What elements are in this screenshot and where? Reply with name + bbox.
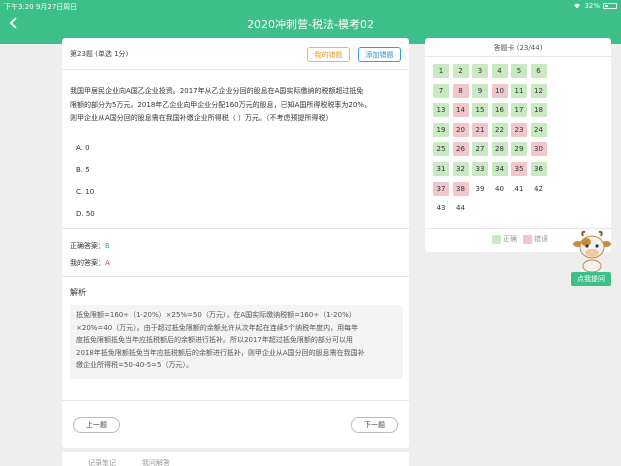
- legend-wrong-swatch: [523, 234, 532, 244]
- answer-sheet-cell[interactable]: 11: [511, 83, 527, 98]
- answer-sheet-cell[interactable]: 42: [530, 181, 547, 196]
- add-wrong-question-button[interactable]: 添加错题: [358, 47, 401, 62]
- legend-correct-label: 正确: [503, 235, 517, 243]
- answer-sheet-cell[interactable]: 5: [511, 64, 527, 78]
- answer-sheet-title: 答题卡 (23/44): [493, 44, 543, 52]
- page-title: 2020冲刺营-税法-模考02: [247, 18, 374, 31]
- bottom-tabs: 记录笔记 我问解答: [62, 452, 409, 466]
- battery-icon: [603, 3, 617, 9]
- my-answer-label: 我的答案：: [70, 259, 105, 267]
- answer-sheet-cell[interactable]: 27: [472, 142, 488, 157]
- answer-sheet-cell[interactable]: 37: [433, 181, 449, 196]
- question-line: 则甲企业从A国分回的股息需在我国补缴企业所得税（ ）万元。（不考虑预提所得税）: [70, 114, 333, 122]
- cow-mascot-icon[interactable]: [572, 230, 612, 272]
- answer-sheet-cell[interactable]: 1: [433, 64, 449, 78]
- answer-sheet-cell[interactable]: 44: [452, 201, 469, 216]
- answer-sheet-cell[interactable]: 43: [433, 201, 449, 216]
- explanation-line: 缴企业所得税=50-40-5=5（万元）。: [76, 361, 194, 369]
- my-wrong-questions-button[interactable]: 我的错题: [307, 47, 350, 62]
- answer-sheet-cell[interactable]: 26: [452, 142, 469, 157]
- divider: [425, 56, 611, 57]
- divider: [62, 276, 409, 277]
- answer-sheet-cell[interactable]: 36: [530, 162, 547, 176]
- answer-sheet-cell[interactable]: 2: [452, 64, 469, 78]
- option-b[interactable]: B. 5: [76, 166, 90, 174]
- status-bar: 下午3:20 9月27日周日 32%: [0, 0, 621, 12]
- legend-correct-swatch: [492, 234, 501, 244]
- explanation-title: 解析: [70, 288, 86, 297]
- answer-sheet-cell[interactable]: 32: [452, 162, 469, 176]
- answer-sheet-cell[interactable]: 30: [530, 142, 547, 157]
- answer-sheet-cell[interactable]: 17: [511, 103, 527, 118]
- legend-wrong: 错误: [523, 234, 548, 244]
- correct-answer-value: B: [105, 242, 110, 250]
- my-answer: 我的答案：A: [70, 258, 110, 268]
- legend-wrong-label: 错误: [534, 235, 548, 243]
- answer-sheet-cell[interactable]: 23: [511, 122, 527, 137]
- answer-sheet-cell[interactable]: 12: [530, 83, 547, 98]
- tab-notes[interactable]: 记录笔记: [88, 458, 116, 466]
- question-line: 限额的部分为5万元。2018年乙企业向甲企业分配160万元的股息，已知A国所得税…: [70, 100, 371, 109]
- correct-answer-label: 正确答案：: [70, 242, 105, 250]
- tab-my-questions[interactable]: 我问解答: [142, 458, 170, 466]
- divider: [62, 400, 409, 401]
- answer-sheet-cell[interactable]: 22: [491, 122, 508, 137]
- legend-correct: 正确: [492, 234, 517, 244]
- answer-sheet-cell[interactable]: 34: [491, 162, 508, 176]
- divider: [425, 228, 611, 229]
- answer-sheet-cell[interactable]: 6: [530, 64, 547, 78]
- explanation-line: 抵免限额=160÷（1-20%）×25%=50（万元），在A国实际缴纳税额=16…: [76, 311, 356, 319]
- answer-sheet-cell[interactable]: 16: [491, 103, 508, 118]
- answer-sheet-cell[interactable]: 18: [530, 103, 547, 118]
- answer-sheet-cell[interactable]: 8: [452, 83, 469, 98]
- answer-sheet-cell[interactable]: 3: [472, 64, 488, 78]
- answer-sheet-cell[interactable]: 20: [452, 122, 469, 137]
- answer-sheet-cell[interactable]: 38: [452, 181, 469, 196]
- option-a[interactable]: A. 0: [76, 144, 90, 152]
- answer-sheet-cell[interactable]: 41: [511, 181, 527, 196]
- question-card: 第23题 (单选 1分) 我的错题 添加错题 我国甲居民企业向A国乙企业投资。2…: [62, 38, 409, 448]
- answer-sheet-cell[interactable]: 25: [433, 142, 449, 157]
- question-line: 我国甲居民企业向A国乙企业投资。2017年从乙企业分回的股息在A国实际缴纳的税额…: [70, 87, 364, 95]
- option-d[interactable]: D. 50: [76, 210, 95, 218]
- answer-sheet-cell[interactable]: 40: [491, 181, 508, 196]
- answer-sheet-cell[interactable]: 31: [433, 162, 449, 176]
- answer-sheet-cell[interactable]: 13: [433, 103, 449, 118]
- ask-question-button[interactable]: 点我提问: [571, 272, 611, 286]
- answer-sheet-cell[interactable]: 33: [472, 162, 488, 176]
- answer-sheet-cell[interactable]: 15: [472, 103, 488, 118]
- divider: [62, 228, 409, 229]
- question-header: 第23题 (单选 1分): [70, 50, 129, 58]
- previous-question-button[interactable]: 上一题: [73, 417, 120, 433]
- answer-sheet-cell[interactable]: 19: [433, 122, 449, 137]
- answer-sheet-grid: 1 2 3 4 5 6 7 8 9 10 11 12 13 14 15 16 17 18 19 20 21 22 23 24 2…: [433, 64, 605, 224]
- explanation-box: 抵免限额=160÷（1-20%）×25%=50（万元），在A国实际缴纳税额=16…: [70, 305, 403, 379]
- wifi-icon: [574, 3, 581, 9]
- my-answer-value: A: [105, 259, 110, 267]
- answer-sheet-cell[interactable]: 7: [433, 83, 449, 98]
- battery-percent: 32%: [584, 2, 600, 10]
- correct-answer: 正确答案：B: [70, 241, 110, 251]
- answer-sheet-cell[interactable]: 10: [491, 83, 508, 98]
- answer-sheet-cell[interactable]: 29: [511, 142, 527, 157]
- explanation-line: ×20%=40（万元）。由于超过抵免限额的余额允许从次年起在连续5个纳税年度内，…: [76, 323, 359, 332]
- next-question-button[interactable]: 下一题: [351, 417, 398, 433]
- answer-sheet-panel: 答题卡 (23/44) 1 2 3 4 5 6 7 8 9 10 11 12 13 14 15 16 17 18 1…: [425, 38, 611, 252]
- explanation-line: 2018年抵免限额抵免当年应抵税额后的余额进行抵补，则甲企业从A国分回的股息需在…: [76, 348, 365, 357]
- answer-sheet-cell[interactable]: 4: [491, 64, 508, 78]
- status-time-date: 下午3:20 9月27日周日: [4, 3, 78, 11]
- answer-sheet-cell[interactable]: 21: [472, 122, 488, 137]
- divider: [62, 69, 409, 70]
- answer-sheet-cell[interactable]: 24: [530, 122, 547, 137]
- question-stem: 我国甲居民企业向A国乙企业投资。2017年从乙企业分回的股息在A国实际缴纳的税额…: [70, 85, 404, 126]
- explanation-line: 度抵免限额抵免当年应抵税额后的余额进行抵补。所以2017年超过抵免限额的部分可以…: [76, 336, 353, 344]
- answer-sheet-cell[interactable]: 28: [491, 142, 508, 157]
- option-c[interactable]: C. 10: [76, 188, 94, 196]
- status-indicators: 32%: [573, 2, 617, 10]
- answer-sheet-cell[interactable]: 9: [472, 83, 488, 98]
- answer-sheet-cell[interactable]: 35: [511, 162, 527, 176]
- answer-sheet-cell[interactable]: 14: [452, 103, 469, 118]
- answer-sheet-cell[interactable]: 39: [472, 181, 488, 196]
